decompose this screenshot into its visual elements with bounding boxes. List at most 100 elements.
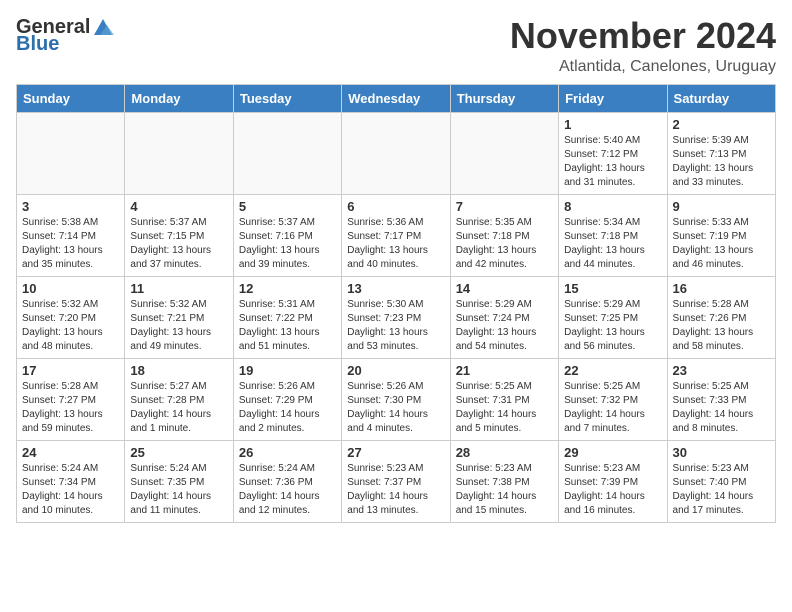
header-wednesday: Wednesday bbox=[342, 84, 450, 112]
day-number: 16 bbox=[673, 281, 770, 296]
day-info: Sunrise: 5:29 AMSunset: 7:25 PMDaylight:… bbox=[564, 298, 661, 354]
table-row: 29Sunrise: 5:23 AMSunset: 7:39 PMDayligh… bbox=[559, 440, 667, 522]
day-info: Sunrise: 5:37 AMSunset: 7:16 PMDaylight:… bbox=[239, 216, 336, 272]
day-info: Sunrise: 5:25 AMSunset: 7:32 PMDaylight:… bbox=[564, 380, 661, 436]
day-number: 14 bbox=[456, 281, 553, 296]
day-number: 13 bbox=[347, 281, 444, 296]
day-info: Sunrise: 5:37 AMSunset: 7:15 PMDaylight:… bbox=[130, 216, 227, 272]
title-section: November 2024 Atlantida, Canelones, Urug… bbox=[510, 16, 776, 76]
table-row bbox=[233, 112, 341, 194]
day-number: 22 bbox=[564, 363, 661, 378]
table-row bbox=[450, 112, 558, 194]
location-subtitle: Atlantida, Canelones, Uruguay bbox=[510, 58, 776, 76]
table-row: 10 Sunrise: 5:32 AMSunset: 7:20 PMDayligh… bbox=[17, 276, 125, 358]
day-number: 15 bbox=[564, 281, 661, 296]
table-row: 3 Sunrise: 5:38 AMSunset: 7:14 PMDaylight… bbox=[17, 194, 125, 276]
day-number: 5 bbox=[239, 199, 336, 214]
table-row: 1 Sunrise: 5:40 AMSunset: 7:12 PMDaylight… bbox=[559, 112, 667, 194]
day-info: Sunrise: 5:25 AMSunset: 7:33 PMDaylight:… bbox=[673, 380, 770, 436]
day-number: 12 bbox=[239, 281, 336, 296]
table-row: 20 Sunrise: 5:26 AMSunset: 7:30 PMDayligh… bbox=[342, 358, 450, 440]
day-number: 11 bbox=[130, 281, 227, 296]
day-number: 27 bbox=[347, 445, 444, 460]
day-info: Sunrise: 5:32 AMSunset: 7:20 PMDaylight:… bbox=[22, 298, 119, 354]
table-row bbox=[17, 112, 125, 194]
day-number: 8 bbox=[564, 199, 661, 214]
day-number: 7 bbox=[456, 199, 553, 214]
day-number: 30 bbox=[673, 445, 770, 460]
table-row: 18Sunrise: 5:27 AMSunset: 7:28 PMDayligh… bbox=[125, 358, 233, 440]
logo-blue-text: Blue bbox=[16, 33, 59, 56]
table-row: 6Sunrise: 5:36 AMSunset: 7:17 PMDaylight… bbox=[342, 194, 450, 276]
table-row: 9Sunrise: 5:33 AMSunset: 7:19 PMDaylight… bbox=[667, 194, 775, 276]
table-row bbox=[125, 112, 233, 194]
day-number: 19 bbox=[239, 363, 336, 378]
header-saturday: Saturday bbox=[667, 84, 775, 112]
day-number: 23 bbox=[673, 363, 770, 378]
page-header: General Blue November 2024 Atlantida, Ca… bbox=[16, 16, 776, 76]
table-row: 27 Sunrise: 5:23 AMSunset: 7:37 PMDayligh… bbox=[342, 440, 450, 522]
table-row: 5 Sunrise: 5:37 AMSunset: 7:16 PMDaylight… bbox=[233, 194, 341, 276]
day-number: 26 bbox=[239, 445, 336, 460]
day-info: Sunrise: 5:29 AMSunset: 7:24 PMDaylight:… bbox=[456, 298, 553, 354]
header-sunday: Sunday bbox=[17, 84, 125, 112]
day-number: 3 bbox=[22, 199, 119, 214]
day-info: Sunrise: 5:23 AMSunset: 7:39 PMDaylight:… bbox=[564, 462, 661, 518]
calendar-week-row: 17 Sunrise: 5:28 AMSunset: 7:27 PMDayligh… bbox=[17, 358, 776, 440]
day-info: Sunrise: 5:30 AMSunset: 7:23 PMDaylight:… bbox=[347, 298, 444, 354]
day-number: 1 bbox=[564, 117, 661, 132]
logo-icon bbox=[92, 17, 114, 39]
table-row: 7Sunrise: 5:35 AMSunset: 7:18 PMDaylight… bbox=[450, 194, 558, 276]
day-number: 10 bbox=[22, 281, 119, 296]
day-info: Sunrise: 5:28 AMSunset: 7:27 PMDaylight:… bbox=[22, 380, 119, 436]
day-number: 2 bbox=[673, 117, 770, 132]
table-row: 16 Sunrise: 5:28 AMSunset: 7:26 PMDayligh… bbox=[667, 276, 775, 358]
day-info: Sunrise: 5:24 AMSunset: 7:35 PMDaylight:… bbox=[130, 462, 227, 518]
table-row: 19Sunrise: 5:26 AMSunset: 7:29 PMDayligh… bbox=[233, 358, 341, 440]
day-info: Sunrise: 5:23 AMSunset: 7:37 PMDaylight:… bbox=[347, 462, 444, 518]
table-row: 14 Sunrise: 5:29 AMSunset: 7:24 PMDayligh… bbox=[450, 276, 558, 358]
table-row bbox=[342, 112, 450, 194]
day-info: Sunrise: 5:38 AMSunset: 7:14 PMDaylight:… bbox=[22, 216, 119, 272]
calendar-week-row: 3 Sunrise: 5:38 AMSunset: 7:14 PMDaylight… bbox=[17, 194, 776, 276]
table-row: 8 Sunrise: 5:34 AMSunset: 7:18 PMDaylight… bbox=[559, 194, 667, 276]
table-row: 2Sunrise: 5:39 AMSunset: 7:13 PMDaylight… bbox=[667, 112, 775, 194]
calendar-week-row: 24 Sunrise: 5:24 AMSunset: 7:34 PMDayligh… bbox=[17, 440, 776, 522]
month-title: November 2024 bbox=[510, 16, 776, 56]
day-info: Sunrise: 5:24 AMSunset: 7:36 PMDaylight:… bbox=[239, 462, 336, 518]
table-row: 23 Sunrise: 5:25 AMSunset: 7:33 PMDayligh… bbox=[667, 358, 775, 440]
day-info: Sunrise: 5:32 AMSunset: 7:21 PMDaylight:… bbox=[130, 298, 227, 354]
calendar-header-row: Sunday Monday Tuesday Wednesday Thursday… bbox=[17, 84, 776, 112]
day-number: 9 bbox=[673, 199, 770, 214]
day-info: Sunrise: 5:36 AMSunset: 7:17 PMDaylight:… bbox=[347, 216, 444, 272]
header-monday: Monday bbox=[125, 84, 233, 112]
table-row: 12 Sunrise: 5:31 AMSunset: 7:22 PMDayligh… bbox=[233, 276, 341, 358]
calendar-week-row: 10 Sunrise: 5:32 AMSunset: 7:20 PMDayligh… bbox=[17, 276, 776, 358]
day-info: Sunrise: 5:23 AMSunset: 7:40 PMDaylight:… bbox=[673, 462, 770, 518]
day-number: 20 bbox=[347, 363, 444, 378]
table-row: 22 Sunrise: 5:25 AMSunset: 7:32 PMDayligh… bbox=[559, 358, 667, 440]
logo: General Blue bbox=[16, 16, 114, 56]
day-info: Sunrise: 5:26 AMSunset: 7:30 PMDaylight:… bbox=[347, 380, 444, 436]
day-number: 17 bbox=[22, 363, 119, 378]
day-info: Sunrise: 5:40 AMSunset: 7:12 PMDaylight:… bbox=[564, 134, 661, 190]
table-row: 17 Sunrise: 5:28 AMSunset: 7:27 PMDayligh… bbox=[17, 358, 125, 440]
day-info: Sunrise: 5:31 AMSunset: 7:22 PMDaylight:… bbox=[239, 298, 336, 354]
day-number: 28 bbox=[456, 445, 553, 460]
day-number: 24 bbox=[22, 445, 119, 460]
calendar-table: Sunday Monday Tuesday Wednesday Thursday… bbox=[16, 84, 776, 523]
day-info: Sunrise: 5:28 AMSunset: 7:26 PMDaylight:… bbox=[673, 298, 770, 354]
header-tuesday: Tuesday bbox=[233, 84, 341, 112]
day-number: 21 bbox=[456, 363, 553, 378]
header-thursday: Thursday bbox=[450, 84, 558, 112]
table-row: 11 Sunrise: 5:32 AMSunset: 7:21 PMDayligh… bbox=[125, 276, 233, 358]
table-row: 15 Sunrise: 5:29 AMSunset: 7:25 PMDayligh… bbox=[559, 276, 667, 358]
day-number: 18 bbox=[130, 363, 227, 378]
table-row: 28Sunrise: 5:23 AMSunset: 7:38 PMDayligh… bbox=[450, 440, 558, 522]
table-row: 25Sunrise: 5:24 AMSunset: 7:35 PMDayligh… bbox=[125, 440, 233, 522]
table-row: 21Sunrise: 5:25 AMSunset: 7:31 PMDayligh… bbox=[450, 358, 558, 440]
day-info: Sunrise: 5:34 AMSunset: 7:18 PMDaylight:… bbox=[564, 216, 661, 272]
table-row: 26 Sunrise: 5:24 AMSunset: 7:36 PMDayligh… bbox=[233, 440, 341, 522]
table-row: 30 Sunrise: 5:23 AMSunset: 7:40 PMDayligh… bbox=[667, 440, 775, 522]
day-info: Sunrise: 5:24 AMSunset: 7:34 PMDaylight:… bbox=[22, 462, 119, 518]
